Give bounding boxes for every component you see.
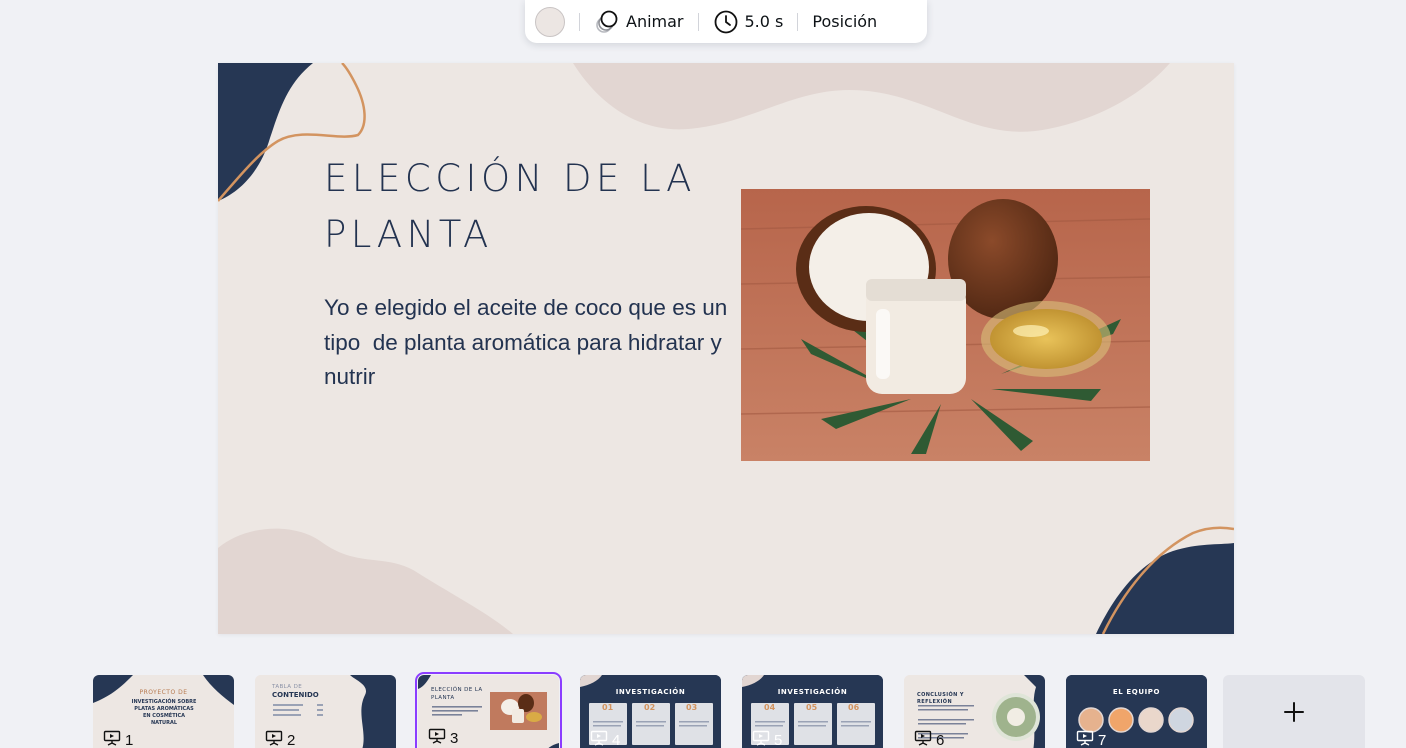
slide-thumbnail-7[interactable]: EL EQUIPO 7: [1066, 675, 1207, 748]
presenter-icon: [590, 730, 608, 748]
slide-body-text[interactable]: Yo e elegido el aceite de coco que es un…: [324, 291, 734, 395]
thumbnail-heading: CONCLUSIÓN Y REFLEXIÓN: [917, 692, 977, 706]
thumbnail-heading-line1: CONCLUSIÓN Y: [917, 692, 964, 698]
slide-thumbnail-2[interactable]: TABLA DE CONTENIDO 2: [255, 675, 396, 748]
thumbnail-number: 1: [103, 730, 133, 748]
animate-icon: [594, 9, 620, 35]
thumbnail-title: INVESTIGACIÓN: [615, 688, 686, 696]
thumbnail-number: 7: [1076, 730, 1106, 748]
thumbnail-heading-line2: REFLEXIÓN: [917, 699, 953, 705]
coconut-oil-photo[interactable]: [741, 189, 1150, 461]
animate-button[interactable]: Animar: [594, 9, 684, 35]
slide-thumbnail-3[interactable]: ELECCIÓN DE LA PLANTA 3: [415, 672, 562, 748]
thumbnail-number: 6: [914, 730, 944, 748]
thumbnail-number-label: 2: [287, 731, 296, 748]
thumbnail-col-1: 04: [764, 703, 776, 712]
thumbnail-col-3: 03: [686, 703, 698, 712]
presenter-icon: [428, 728, 446, 748]
thumbnail-number-label: 5: [774, 731, 783, 748]
position-button[interactable]: Posición: [812, 12, 877, 31]
duration-label: 5.0 s: [744, 12, 784, 31]
thumbnail-number: 5: [752, 730, 782, 748]
duration-button[interactable]: 5.0 s: [713, 9, 784, 35]
slide-thumbnail-6[interactable]: CONCLUSIÓN Y REFLEXIÓN 6: [904, 675, 1045, 748]
thumbnail-number: 4: [590, 730, 620, 748]
toolbar-divider: [579, 12, 580, 31]
thumbnail-number: 3: [428, 728, 458, 748]
thumbnail-heading: TABLA DE: [272, 684, 303, 690]
thumbnail-heading: ELECCIÓN DE LA PLANTA: [431, 686, 491, 702]
thumbnail-title: INVESTIGACIÓN SOBRE PLATAS AROMÁTICAS EN…: [131, 699, 197, 726]
thumbnail-number-label: 1: [125, 731, 134, 748]
slide-filmstrip: PROYECTO DE INVESTIGACIÓN SOBRE PLATAS A…: [0, 660, 1406, 748]
slide-thumbnail-1[interactable]: PROYECTO DE INVESTIGACIÓN SOBRE PLATAS A…: [93, 675, 234, 748]
thumbnail-title: EL EQUIPO: [1112, 688, 1161, 696]
editor-canvas-area: Animar 5.0 s Posición ELECCIÓN DE LA PLA…: [0, 0, 1406, 748]
thumbnail-title: INVESTIGACIÓN: [777, 688, 848, 696]
presenter-icon: [265, 730, 283, 748]
clock-icon: [713, 9, 739, 35]
slide-thumbnail-5[interactable]: INVESTIGACIÓN 04 05 06 5: [742, 675, 883, 748]
background-color-swatch[interactable]: [535, 6, 565, 37]
slide-canvas[interactable]: ELECCIÓN DE LA PLANTA Yo e elegido el ac…: [218, 63, 1234, 634]
toolbar-divider: [797, 12, 799, 31]
thumbnail-number-label: 7: [1098, 731, 1107, 748]
position-label: Posición: [812, 12, 878, 31]
thumbnail-number-label: 6: [936, 731, 945, 748]
toolbar-divider: [697, 12, 699, 31]
thumbnail-heading-line2: PLANTA: [431, 695, 455, 701]
presenter-icon: [103, 730, 121, 748]
thumbnail-col-1: 01: [602, 703, 614, 712]
thumbnail-heading-line1: ELECCIÓN DE LA: [431, 687, 483, 693]
thumbnail-number-label: 3: [450, 729, 459, 747]
thumbnail-heading: PROYECTO DE: [139, 689, 188, 696]
thumbnail-title: CONTENIDO: [272, 691, 319, 699]
presenter-icon: [1076, 730, 1094, 748]
thumbnail-number-label: 4: [612, 731, 621, 748]
thumbnail-col-2: 02: [644, 703, 656, 712]
thumbnail-number: 2: [265, 730, 295, 748]
slide-thumbnail-4[interactable]: INVESTIGACIÓN 01 02 03 4: [580, 675, 721, 748]
thumbnail-col-3: 06: [848, 703, 860, 712]
plus-icon: [1283, 701, 1305, 727]
add-slide-button[interactable]: [1223, 675, 1365, 748]
slide-title[interactable]: ELECCIÓN DE LA PLANTA: [324, 151, 744, 263]
animate-label: Animar: [626, 12, 684, 31]
presenter-icon: [914, 730, 932, 748]
slide-toolbar: Animar 5.0 s Posición: [525, 0, 927, 43]
presenter-icon: [752, 730, 770, 748]
thumbnail-col-2: 05: [806, 703, 818, 712]
